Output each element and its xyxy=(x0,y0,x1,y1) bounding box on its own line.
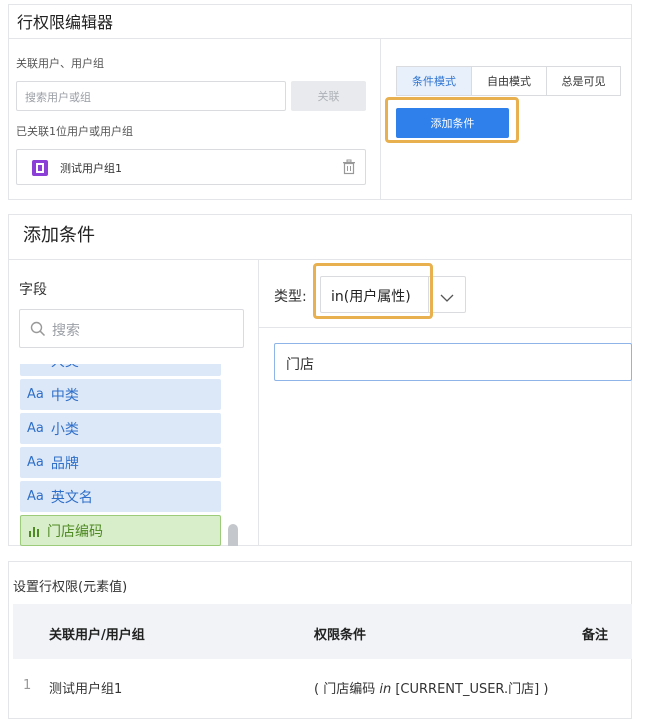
field-item-category-small[interactable]: Aa 小类 xyxy=(20,413,221,444)
assoc-label: 关联用户、用户组 xyxy=(16,57,104,70)
linked-user-item[interactable]: 测试用户组1 xyxy=(16,149,366,185)
field-list-scrollbar[interactable] xyxy=(228,524,238,546)
add-condition-title-divider xyxy=(8,259,632,260)
text-type-icon: Aa xyxy=(27,387,44,402)
editor-column-divider xyxy=(380,39,381,200)
chevron-down-icon[interactable] xyxy=(440,288,454,307)
field-name: 大类 xyxy=(51,364,79,371)
column-header-condition: 权限条件 xyxy=(314,628,367,643)
condition-value-input[interactable]: 门店 xyxy=(274,343,632,381)
text-type-icon: Aa xyxy=(27,455,44,470)
row-condition: ( 门店编码 in [CURRENT_USER.门店] ) xyxy=(314,678,548,697)
field-item-english-name[interactable]: Aa 英文名 xyxy=(20,481,221,512)
user-search-input[interactable]: 搜索用户或组 xyxy=(16,81,286,111)
tab-always-visible[interactable]: 总是可见 xyxy=(546,66,621,96)
field-item-store-code[interactable]: 门店编码 xyxy=(20,515,221,546)
field-search-input[interactable]: 搜索 xyxy=(19,309,244,348)
trash-icon[interactable] xyxy=(342,159,356,179)
settings-title: 设置行权限(元素值) xyxy=(13,580,128,595)
row-user: 测试用户组1 xyxy=(49,682,123,697)
field-item-brand[interactable]: Aa 品牌 xyxy=(20,447,221,478)
tab-free-mode[interactable]: 自由模式 xyxy=(471,66,547,96)
bar-chart-icon xyxy=(28,525,41,537)
field-name: 门店编码 xyxy=(47,523,103,540)
user-group-icon xyxy=(32,160,48,176)
add-condition-title: 添加条件 xyxy=(23,225,95,246)
type-select-highlight xyxy=(313,263,433,319)
linked-user-name: 测试用户组1 xyxy=(60,162,122,175)
row-index: 1 xyxy=(23,678,32,693)
field-item-category-large[interactable]: Aa 大类 xyxy=(20,364,221,376)
type-row-divider xyxy=(259,327,632,328)
text-type-icon: Aa xyxy=(27,364,44,368)
column-header-user: 关联用户/用户组 xyxy=(49,628,145,643)
field-list: Aa 大类 Aa 中类 Aa 小类 Aa 品牌 Aa 英文名 门店编码 xyxy=(0,364,258,546)
tab-condition-mode[interactable]: 条件模式 xyxy=(396,66,472,96)
field-label: 字段 xyxy=(19,282,47,298)
field-item-category-medium[interactable]: Aa 中类 xyxy=(20,379,221,410)
linked-count-text: 已关联1位用户或用户组 xyxy=(16,125,133,138)
type-label: 类型: xyxy=(274,289,307,305)
field-name: 英文名 xyxy=(50,489,93,506)
field-search-placeholder: 搜索 xyxy=(52,323,80,339)
row-condition-open: ( 门店编码 xyxy=(314,682,380,697)
link-button[interactable]: 关联 xyxy=(291,81,366,111)
text-type-icon: Aa xyxy=(27,421,44,436)
field-name: 品牌 xyxy=(50,455,79,472)
column-header-note: 备注 xyxy=(582,628,609,643)
add-condition-button[interactable]: 添加条件 xyxy=(396,108,509,138)
text-type-icon: Aa xyxy=(27,489,44,504)
condition-value-text: 门店 xyxy=(286,357,314,373)
editor-title: 行权限编辑器 xyxy=(17,13,114,32)
field-column-divider xyxy=(258,260,259,546)
field-name: 中类 xyxy=(50,387,79,404)
field-name: 小类 xyxy=(50,421,79,438)
editor-title-divider xyxy=(8,38,632,39)
row-condition-operator: in xyxy=(379,682,392,697)
user-search-placeholder: 搜索用户或组 xyxy=(25,91,91,104)
search-icon xyxy=(30,321,46,341)
row-condition-close: [CURRENT_USER.门店] ) xyxy=(391,682,549,697)
